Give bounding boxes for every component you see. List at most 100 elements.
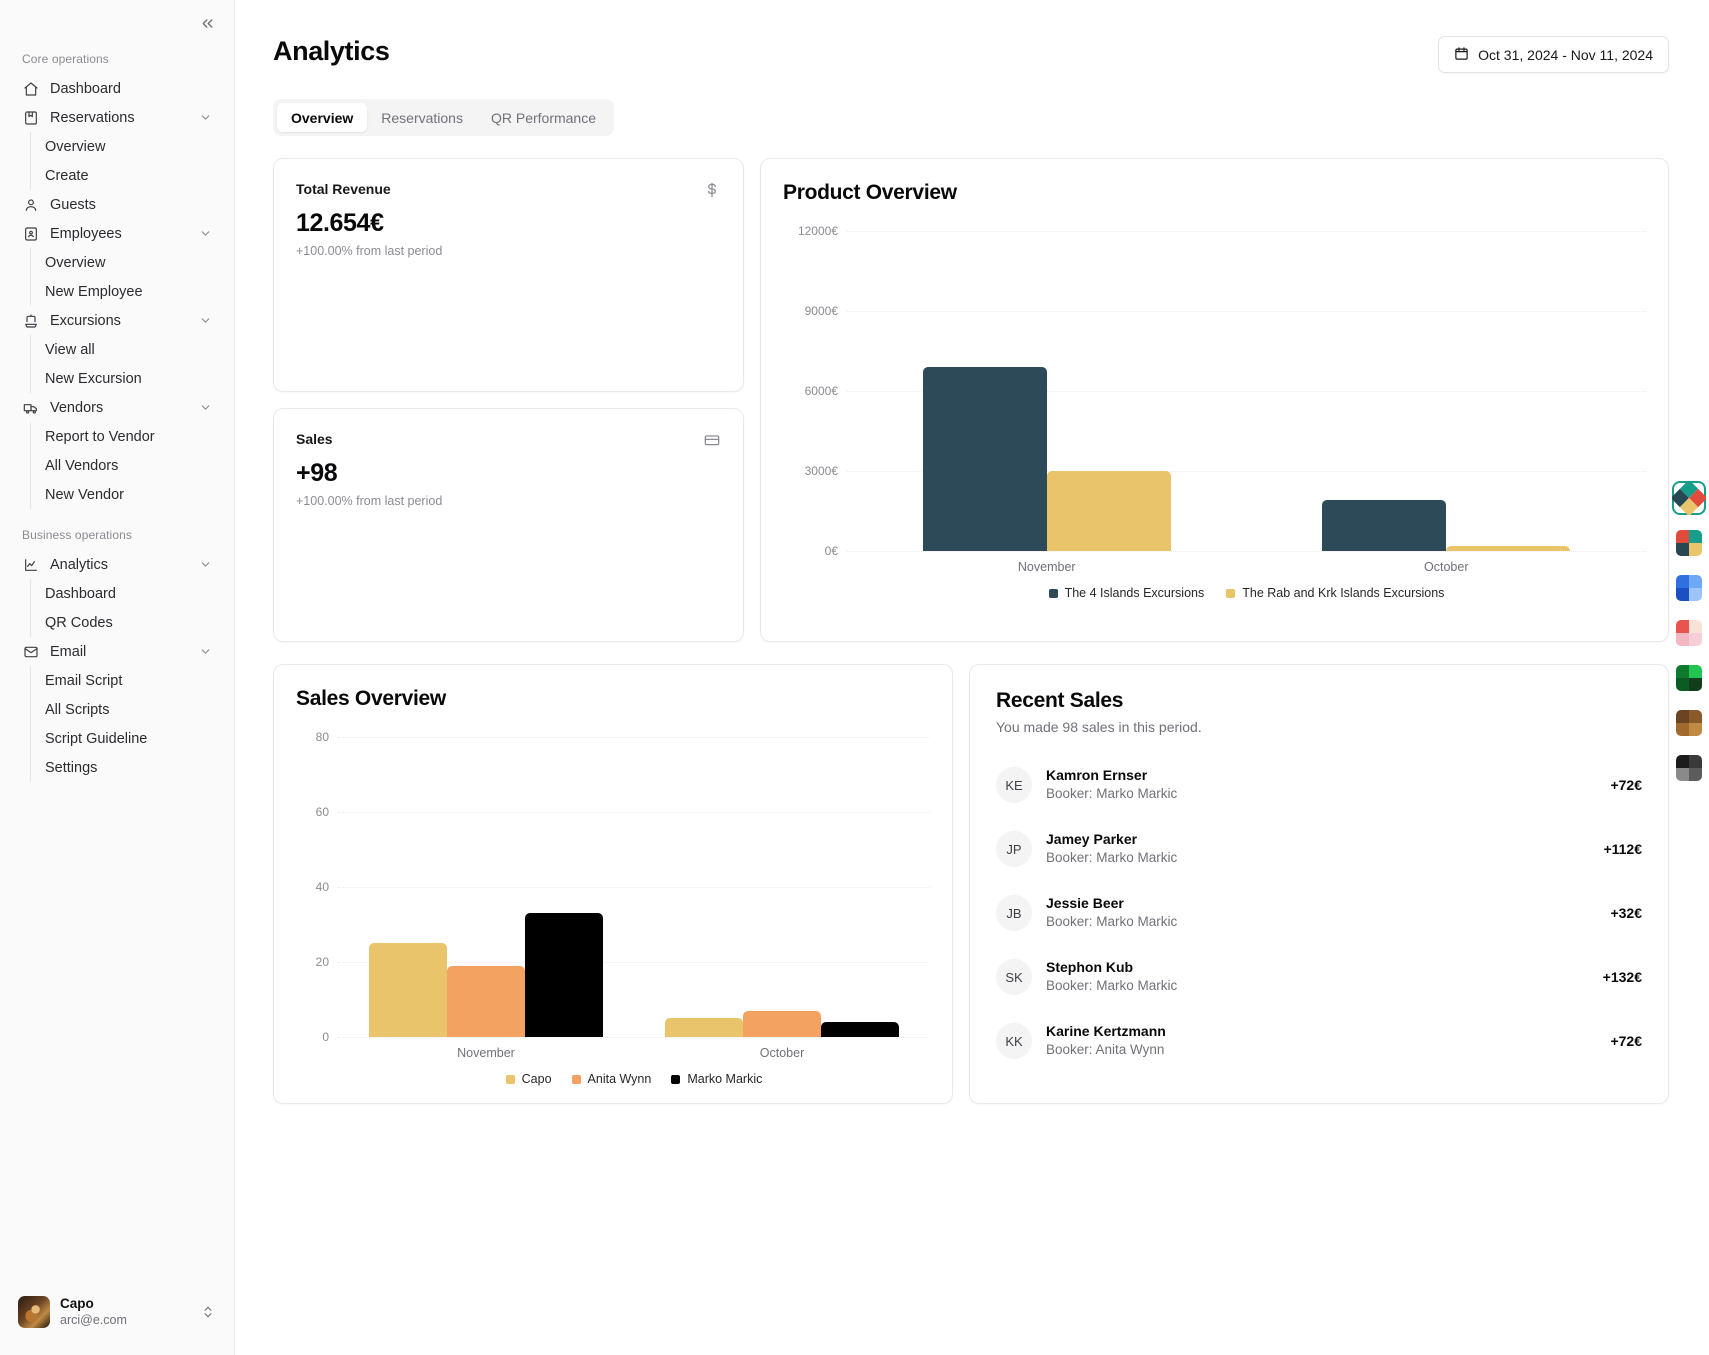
sidebar-subitem-script-guideline[interactable]: Script Guideline (31, 724, 220, 753)
sales-overview-card: Sales Overview 020406080NovemberOctoberC… (273, 664, 953, 1104)
recent-sale-name: Karine Kertzmann (1046, 1022, 1596, 1041)
sidebar-item-analytics[interactable]: Analytics (14, 550, 220, 579)
swatch-quadrant (1689, 543, 1702, 556)
swatch-quadrant (1676, 678, 1689, 691)
legend-item[interactable]: The Rab and Krk Islands Excursions (1226, 586, 1444, 600)
credit-card-icon (703, 431, 721, 449)
theme-swatch-diamond[interactable] (1672, 481, 1706, 515)
chevron-down-icon[interactable] (198, 314, 212, 328)
swatch-tile (1676, 755, 1702, 781)
chevron-down-icon[interactable] (198, 401, 212, 415)
tab-overview[interactable]: Overview (277, 103, 367, 132)
recent-sale-row[interactable]: SKStephon KubBooker: Marko Markic+132€ (996, 945, 1642, 1009)
theme-swatch-4[interactable] (1672, 616, 1706, 650)
bar[interactable] (743, 1011, 821, 1037)
stat-card-sales: Sales +98 +100.00% from last period (273, 408, 744, 642)
recent-sale-row[interactable]: KKKarine KertzmannBooker: Anita Wynn+72€ (996, 1009, 1642, 1073)
recent-sale-row[interactable]: JBJessie BeerBooker: Marko Markic+32€ (996, 881, 1642, 945)
theme-swatch-5[interactable] (1672, 661, 1706, 695)
bar[interactable] (1446, 546, 1570, 551)
bar[interactable] (923, 367, 1047, 551)
swatch-quadrant (1689, 768, 1702, 781)
bar[interactable] (369, 943, 447, 1037)
legend-item[interactable]: Marko Markic (671, 1072, 762, 1086)
sidebar-subitem-qr-codes[interactable]: QR Codes (31, 608, 220, 637)
y-axis-tick-label: 60 (316, 805, 329, 819)
sidebar-item-dashboard[interactable]: Dashboard (14, 74, 220, 103)
chevron-down-icon[interactable] (198, 558, 212, 572)
sidebar-user-menu[interactable]: Capo arci@e.com (10, 1281, 224, 1343)
bar[interactable] (821, 1022, 899, 1037)
legend-label: Capo (522, 1072, 552, 1086)
sidebar-subitem-report-to-vendor[interactable]: Report to Vendor (31, 422, 220, 451)
sidebar-header (0, 0, 234, 46)
legend-item[interactable]: Capo (506, 1072, 552, 1086)
sidebar-subitem-employees-overview[interactable]: Overview (31, 248, 220, 277)
swatch-quadrant (1676, 768, 1689, 781)
recent-sale-row[interactable]: KEKamron ErnserBooker: Marko Markic+72€ (996, 753, 1642, 817)
bar[interactable] (447, 966, 525, 1037)
stat-value: 12.654€ (296, 209, 721, 238)
sidebar-submenu-employees: Overview New Employee (30, 248, 220, 306)
dashboard-row-bottom: Sales Overview 020406080NovemberOctoberC… (273, 664, 1669, 1104)
y-axis-tick-label: 20 (316, 955, 329, 969)
chevron-down-icon[interactable] (198, 645, 212, 659)
y-axis-tick-label: 12000€ (798, 224, 838, 238)
sidebar-subitem-email-script[interactable]: Email Script (31, 666, 220, 695)
date-range-picker[interactable]: Oct 31, 2024 - Nov 11, 2024 (1438, 36, 1669, 73)
legend-swatch (671, 1075, 680, 1084)
sidebar-item-reservations[interactable]: Reservations (14, 103, 220, 132)
legend-item[interactable]: The 4 Islands Excursions (1049, 586, 1205, 600)
legend-item[interactable]: Anita Wynn (572, 1072, 652, 1086)
mail-icon (22, 643, 39, 660)
theme-swatch-2[interactable] (1672, 526, 1706, 560)
sidebar-item-label: Guests (50, 197, 212, 213)
sidebar-subitem-new-excursion[interactable]: New Excursion (31, 364, 220, 393)
sidebar-item-employees[interactable]: Employees (14, 219, 220, 248)
sidebar-subitem-analytics-dashboard[interactable]: Dashboard (31, 579, 220, 608)
sidebar-item-label: Vendors (50, 400, 187, 416)
sidebar-subitem-new-employee[interactable]: New Employee (31, 277, 220, 306)
chart-line-icon (22, 556, 39, 573)
theme-swatch-7[interactable] (1672, 751, 1706, 785)
chevrons-left-icon[interactable] (196, 12, 218, 34)
sidebar-subitem-view-all[interactable]: View all (31, 335, 220, 364)
recent-sale-row[interactable]: JPJamey ParkerBooker: Marko Markic+112€ (996, 817, 1642, 881)
bar[interactable] (665, 1018, 743, 1037)
x-axis-tick-label: October (634, 1046, 930, 1060)
sidebar-item-email[interactable]: Email (14, 637, 220, 666)
tab-qr-performance[interactable]: QR Performance (477, 103, 610, 132)
bar[interactable] (525, 913, 603, 1037)
chevrons-up-down-icon[interactable] (200, 1305, 216, 1319)
sidebar-subitem-new-vendor[interactable]: New Vendor (31, 480, 220, 509)
legend-label: The 4 Islands Excursions (1065, 586, 1205, 600)
sidebar-subitem-all-vendors[interactable]: All Vendors (31, 451, 220, 480)
swatch-quadrant (1689, 723, 1702, 736)
sidebar-item-vendors[interactable]: Vendors (14, 393, 220, 422)
theme-swatch-3[interactable] (1672, 571, 1706, 605)
recent-sale-info: Jessie BeerBooker: Marko Markic (1046, 894, 1596, 931)
sidebar-subitem-reservations-overview[interactable]: Overview (31, 132, 220, 161)
sidebar-item-excursions[interactable]: Excursions (14, 306, 220, 335)
tab-reservations[interactable]: Reservations (367, 103, 477, 132)
sidebar-subitem-reservations-create[interactable]: Create (31, 161, 220, 190)
bar-group (634, 737, 930, 1037)
sidebar-subitem-settings[interactable]: Settings (31, 753, 220, 782)
bar[interactable] (1322, 500, 1446, 551)
stats-column: Total Revenue 12.654€ +100.00% from last… (273, 158, 744, 642)
sidebar-subitem-all-scripts[interactable]: All Scripts (31, 695, 220, 724)
stat-label: Sales (296, 431, 333, 447)
sidebar-nav: Core operations Dashboard Reservations (0, 46, 234, 1281)
chevron-down-icon[interactable] (198, 227, 212, 241)
legend-swatch (572, 1075, 581, 1084)
swatch-quadrant (1676, 755, 1689, 768)
swatch-quadrant (1676, 723, 1689, 736)
sidebar: Core operations Dashboard Reservations (0, 0, 235, 1355)
swatch-quadrant (1689, 588, 1702, 601)
chevron-down-icon[interactable] (198, 111, 212, 125)
bar[interactable] (1047, 471, 1171, 551)
bar-group (1247, 231, 1647, 551)
sidebar-item-guests[interactable]: Guests (14, 190, 220, 219)
theme-swatch-6[interactable] (1672, 706, 1706, 740)
x-axis-tick-label: November (847, 560, 1247, 574)
